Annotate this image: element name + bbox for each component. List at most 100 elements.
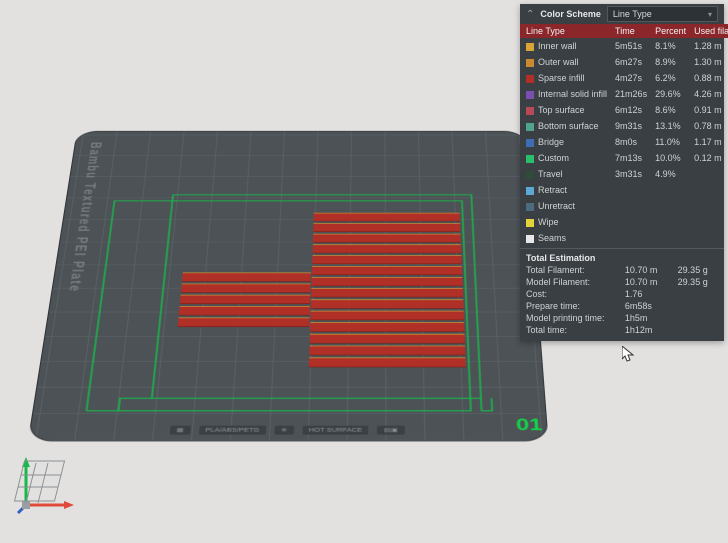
legend-length: 0.12 m: [690, 150, 726, 166]
swatch-icon: [526, 59, 534, 67]
print-slice: [311, 299, 464, 308]
swatch-icon: [526, 235, 534, 243]
swatch-icon: [526, 171, 534, 179]
swatch-icon: [526, 203, 534, 211]
swatch-icon: [526, 43, 534, 51]
legend-row[interactable]: Wipe: [520, 214, 728, 230]
swatch-icon: [526, 107, 534, 115]
print-slice: [179, 306, 310, 315]
legend-time: [611, 230, 651, 246]
color-scheme-panel: ⌃ Color Scheme Line Type ▾ Line Type Tim…: [520, 4, 724, 341]
legend-length: 0.91 m: [690, 102, 726, 118]
chevron-down-icon: ▾: [708, 10, 712, 19]
legend-percent: 8.6%: [651, 102, 690, 118]
est-value: 29.35 g: [678, 265, 718, 275]
est-label: Cost:: [526, 289, 615, 299]
color-scheme-dropdown[interactable]: Line Type ▾: [607, 6, 718, 22]
swatch-icon: [526, 91, 534, 99]
print-slice: [312, 266, 462, 275]
legend-row[interactable]: Internal solid infill21m26s29.6%4.26 m11…: [520, 86, 728, 102]
legend-length: [690, 182, 726, 198]
legend-length: 1.17 m: [690, 134, 726, 150]
legend-table: Line Type Time Percent Used filament Dis…: [520, 24, 728, 246]
legend-length: 0.88 m: [690, 70, 726, 86]
legend-name: Inner wall: [538, 41, 577, 51]
est-value: 10.70 m: [625, 277, 668, 287]
est-label: Prepare time:: [526, 301, 615, 311]
panel-header: ⌃ Color Scheme Line Type ▾: [520, 4, 724, 24]
legend-time: 8m0s: [611, 134, 651, 150]
legend-row[interactable]: Custom7m13s10.0%0.12 m0.33 g: [520, 150, 728, 166]
legend-percent: 11.0%: [651, 134, 690, 150]
print-slice: [182, 273, 311, 282]
est-value: 1.76: [625, 289, 668, 299]
part-stack-right: [309, 213, 466, 368]
legend-time: 9m31s: [611, 118, 651, 134]
swatch-icon: [526, 187, 534, 195]
legend-length: 4.26 m: [690, 86, 726, 102]
legend-row[interactable]: Top surface6m12s8.6%0.91 m2.50 g: [520, 102, 728, 118]
print-slice: [180, 295, 310, 304]
legend-percent: 8.1%: [651, 38, 690, 54]
legend-header-row: Line Type Time Percent Used filament Dis…: [520, 24, 728, 38]
legend-row[interactable]: Inner wall5m51s8.1%1.28 m3.51 g: [520, 38, 728, 54]
swatch-icon: [526, 155, 534, 163]
legend-time: 3m31s: [611, 166, 651, 182]
legend-row[interactable]: Retract: [520, 182, 728, 198]
legend-name: Top surface: [538, 105, 585, 115]
legend-percent: 6.2%: [651, 70, 690, 86]
legend-name: Travel: [538, 169, 563, 179]
legend-time: 5m51s: [611, 38, 651, 54]
est-label: Model Filament:: [526, 277, 615, 287]
legend-time: [611, 214, 651, 230]
legend-name: Outer wall: [538, 57, 579, 67]
legend-percent: [651, 198, 690, 214]
est-label: Total time:: [526, 325, 615, 335]
col-filament: Used filament: [690, 24, 728, 38]
legend-row[interactable]: Travel 3m31s4.9%: [520, 166, 728, 182]
legend-row[interactable]: Outer wall6m27s8.9%1.30 m3.57 g: [520, 54, 728, 70]
print-slice: [313, 234, 461, 243]
est-label: Model printing time:: [526, 313, 615, 323]
print-slice: [312, 255, 462, 264]
print-slice: [181, 284, 311, 293]
legend-name: Sparse infill: [538, 73, 585, 83]
legend-length: 1.30 m: [690, 54, 726, 70]
legend-name: Bridge: [538, 137, 564, 147]
print-slice: [311, 277, 462, 286]
legend-percent: 13.1%: [651, 118, 690, 134]
est-value: 10.70 m: [625, 265, 668, 275]
legend-row[interactable]: Seams: [520, 230, 728, 246]
est-value: 6m58s: [625, 301, 668, 311]
legend-name: Custom: [538, 153, 569, 163]
legend-time: 6m27s: [611, 54, 651, 70]
legend-time: 7m13s: [611, 150, 651, 166]
legend-row[interactable]: Bridge8m0s11.0%1.17 m3.20 g: [520, 134, 728, 150]
estimation-grid: Total Filament: 10.70 m 29.35 g Model Fi…: [520, 265, 724, 341]
legend-time: [611, 198, 651, 214]
legend-name: Wipe: [538, 217, 559, 227]
legend-length: [690, 166, 726, 182]
legend-length: 0.78 m: [690, 118, 726, 134]
legend-time: 4m27s: [611, 70, 651, 86]
print-slice: [178, 318, 310, 328]
est-label: Total Filament:: [526, 265, 615, 275]
axis-gizmo-icon[interactable]: [16, 455, 76, 515]
dropdown-value: Line Type: [613, 9, 652, 19]
legend-name: Seams: [538, 233, 566, 243]
swatch-icon: [526, 139, 534, 147]
build-plate[interactable]: Bambu Textured PEI Plate 01 ▦ PLA/ABS/PE…: [29, 131, 548, 440]
legend-percent: [651, 230, 690, 246]
legend-length: [690, 198, 726, 214]
print-slice: [309, 357, 466, 367]
legend-row[interactable]: Sparse infill4m27s6.2%0.88 m2.42 g: [520, 70, 728, 86]
legend-row[interactable]: Unretract: [520, 198, 728, 214]
collapse-icon[interactable]: ⌃: [526, 9, 534, 20]
legend-percent: 29.6%: [651, 86, 690, 102]
legend-row[interactable]: Bottom surface9m31s13.1%0.78 m2.13 g: [520, 118, 728, 134]
legend-time: [611, 182, 651, 198]
print-slice: [310, 322, 464, 332]
legend-percent: 4.9%: [651, 166, 690, 182]
est-value: 1h12m: [625, 325, 668, 335]
print-slice: [309, 346, 465, 356]
